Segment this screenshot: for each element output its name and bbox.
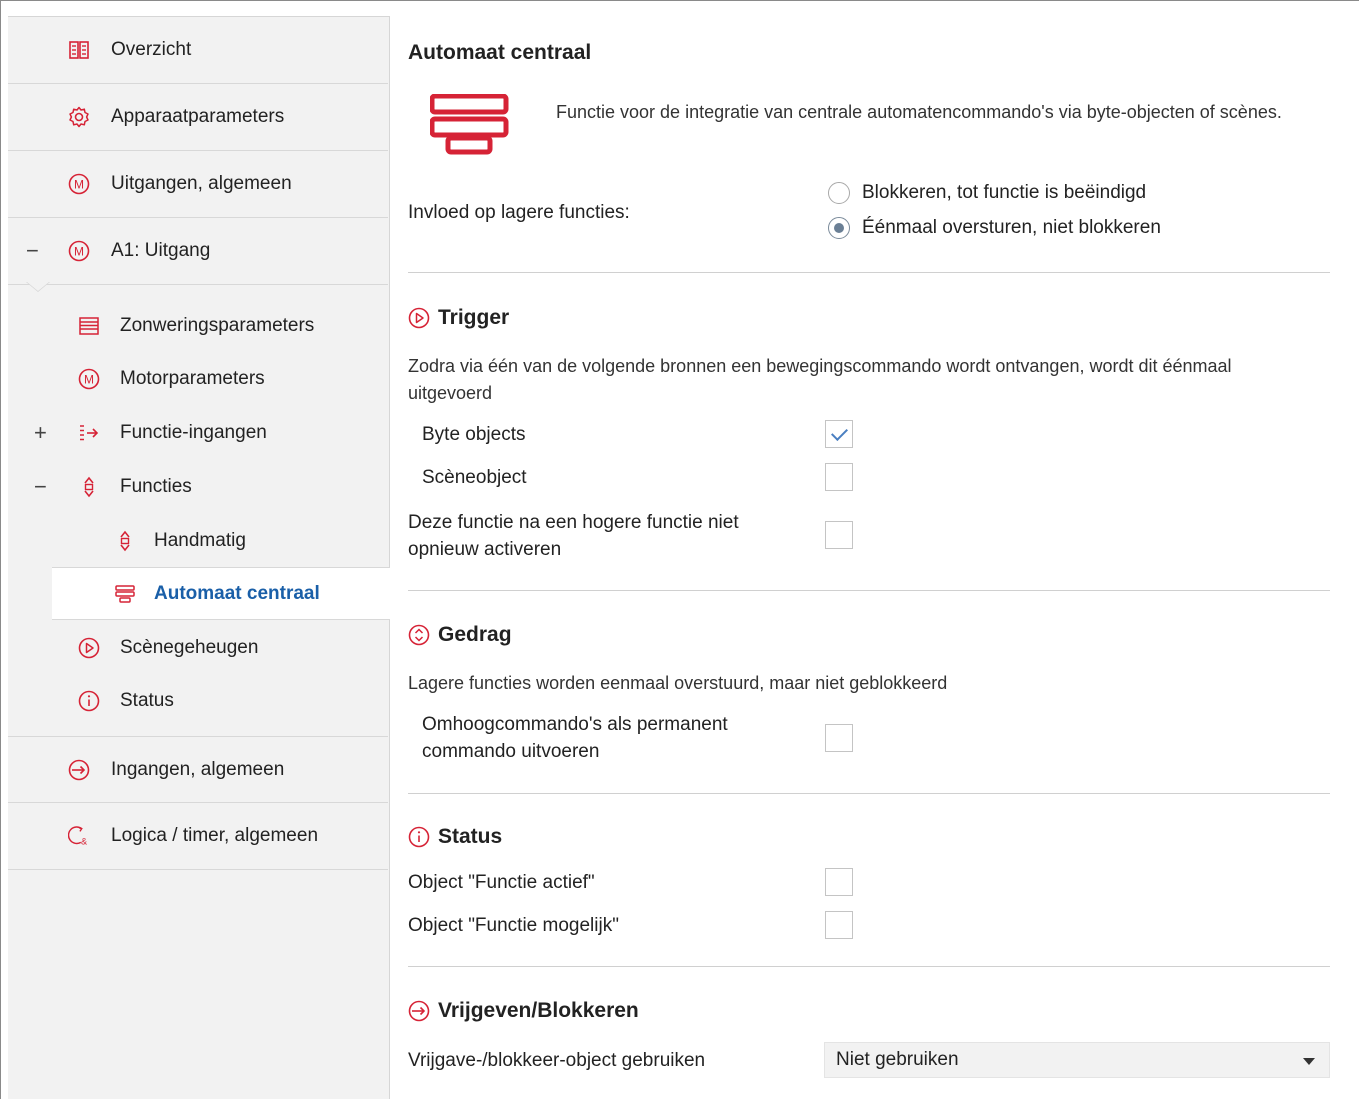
central-automat-icon	[114, 583, 136, 605]
up-down-circle-icon	[408, 624, 430, 646]
sidebar-item-label: A1: Uitgang	[111, 240, 211, 261]
function-description: Functie voor de integratie van centrale …	[556, 102, 1282, 122]
collapse-toggle[interactable]: −	[26, 240, 39, 262]
play-circle-icon	[78, 637, 100, 659]
collapse-toggle[interactable]: −	[34, 475, 47, 498]
motor-m-icon: M	[78, 368, 100, 390]
sidebar-item-logica-timer[interactable]: & Logica / timer, algemeen	[8, 803, 388, 870]
logic-timer-icon: &	[68, 825, 90, 847]
byte-objects-checkbox[interactable]	[825, 420, 853, 448]
sidebar-item-label: Motorparameters	[120, 367, 265, 389]
byte-objects-label: Byte objects	[422, 424, 526, 445]
expand-toggle[interactable]: +	[34, 421, 47, 444]
sidebar-item-label: Apparaatparameters	[111, 106, 285, 127]
blind-icon	[78, 315, 100, 337]
sidebar-item-label: Status	[120, 689, 174, 711]
sidebar-item-scenegeheugen[interactable]: Scènegeheugen	[8, 621, 388, 674]
input-circle-icon	[408, 1000, 430, 1022]
sidebar-item-label: Functie-ingangen	[120, 421, 267, 443]
motor-m-icon: M	[68, 240, 90, 262]
radio-label: Blokkeren, tot functie is beëindigd	[862, 182, 1147, 203]
chevron-down-icon	[1303, 1058, 1315, 1065]
info-circle-icon	[78, 690, 100, 712]
book-icon	[68, 39, 90, 61]
radio-label: Éénmaal oversturen, niet blokkeren	[862, 217, 1161, 238]
sidebar-item-uitgangen-algemeen[interactable]: M Uitgangen, algemeen	[8, 151, 388, 218]
sceneobject-label: Scèneobject	[422, 467, 527, 488]
main-panel: Automaat centraal Functie voor de integr…	[390, 16, 1359, 1099]
play-circle-icon	[408, 307, 430, 329]
up-down-icon	[114, 530, 136, 552]
section-heading: Gedrag	[438, 623, 512, 646]
svg-text:&: &	[81, 836, 87, 846]
obj-possible-checkbox[interactable]	[825, 911, 853, 939]
trigger-description: Zodra via één van de volgende bronnen ee…	[408, 356, 1232, 403]
radio-block-until-end[interactable]	[828, 182, 850, 204]
no-reactivate-label: Deze functie na een hogere functie niet …	[408, 512, 739, 560]
info-circle-icon	[408, 826, 430, 848]
radio-override-once[interactable]	[828, 217, 850, 239]
no-reactivate-checkbox[interactable]	[825, 521, 853, 549]
svg-text:M: M	[74, 245, 84, 259]
section-heading: Vrijgeven/Blokkeren	[438, 999, 639, 1022]
sidebar-item-automaat-centraal[interactable]: Automaat centraal	[52, 567, 390, 620]
input-circle-icon	[68, 759, 90, 781]
gedrag-description: Lagere functies worden eenmaal overstuur…	[408, 673, 948, 693]
sceneobject-checkbox[interactable]	[825, 463, 853, 491]
sidebar-item-a1-uitgang[interactable]: − M A1: Uitgang	[8, 218, 388, 285]
sidebar-item-functie-ingangen[interactable]: + Functie-ingangen	[8, 406, 388, 459]
sidebar-item-label: Automaat centraal	[154, 582, 320, 604]
sidebar-item-handmatig[interactable]: Handmatig	[8, 514, 388, 567]
sidebar-item-status[interactable]: Status	[8, 674, 388, 727]
divider	[408, 590, 1330, 591]
svg-text:M: M	[74, 178, 84, 192]
page-title: Automaat centraal	[408, 41, 592, 64]
gear-icon	[68, 106, 90, 128]
sidebar-item-label: Logica / timer, algemeen	[111, 825, 319, 846]
sidebar-item-label: Ingangen, algemeen	[111, 758, 285, 780]
section-status: Status	[408, 825, 502, 849]
influence-label: Invloed op lagere functies:	[408, 202, 630, 223]
input-arrow-icon	[78, 422, 100, 444]
sidebar-item-label: Zonweringsparameters	[120, 314, 315, 336]
obj-possible-label: Object "Functie mogelijk"	[408, 915, 619, 936]
release-object-label: Vrijgave-/blokkeer-object gebruiken	[408, 1050, 706, 1071]
central-automat-icon	[430, 94, 509, 155]
obj-active-label: Object "Functie actief"	[408, 872, 595, 893]
divider	[408, 272, 1330, 273]
sidebar-item-apparaatparameters[interactable]: Apparaatparameters	[8, 84, 388, 151]
divider	[408, 793, 1330, 794]
tree-notch-inner	[27, 282, 49, 291]
permanent-up-checkbox[interactable]	[825, 724, 853, 752]
permanent-up-label: Omhoogcommando's als permanent commando …	[422, 714, 728, 762]
sidebar-item-motorparameters[interactable]: M Motorparameters	[8, 352, 388, 405]
section-heading: Trigger	[438, 306, 510, 329]
sidebar-item-functies[interactable]: − Functies	[8, 460, 388, 513]
section-heading: Status	[438, 825, 503, 848]
section-trigger: Trigger	[408, 306, 509, 330]
svg-text:M: M	[84, 372, 94, 386]
motor-m-icon: M	[68, 173, 90, 195]
section-gedrag: Gedrag	[408, 623, 512, 647]
section-release-block: Vrijgeven/Blokkeren	[408, 999, 639, 1023]
sidebar: Overzicht Apparaatparameters M Uitgangen…	[8, 16, 390, 1099]
divider	[408, 966, 1330, 967]
sidebar-item-overzicht[interactable]: Overzicht	[8, 17, 388, 84]
obj-active-checkbox[interactable]	[825, 868, 853, 896]
sidebar-item-label: Uitgangen, algemeen	[111, 173, 292, 194]
sidebar-item-zonweringsparameters[interactable]: Zonweringsparameters	[8, 299, 388, 352]
sidebar-item-label: Scènegeheugen	[120, 636, 259, 658]
sidebar-item-label: Handmatig	[154, 529, 246, 551]
release-object-select[interactable]: Niet gebruiken	[824, 1042, 1330, 1078]
up-down-icon	[78, 476, 100, 498]
sidebar-item-ingangen-algemeen[interactable]: Ingangen, algemeen	[8, 736, 388, 803]
select-value: Niet gebruiken	[836, 1049, 959, 1070]
sidebar-item-label: Functies	[120, 475, 192, 497]
sidebar-item-label: Overzicht	[111, 39, 192, 60]
